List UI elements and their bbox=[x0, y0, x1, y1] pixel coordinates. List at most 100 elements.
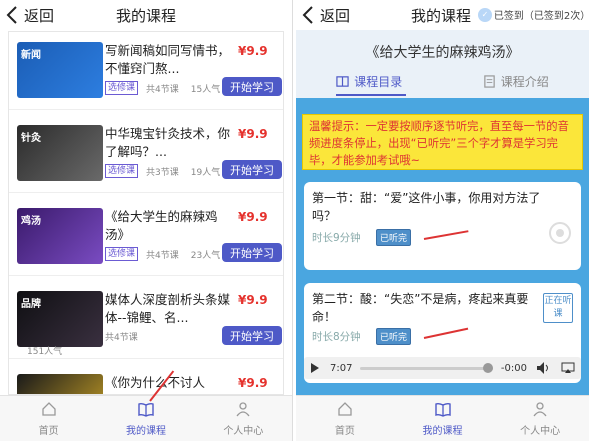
lesson-card[interactable]: 第一节：甜：“爱”这件小事，你用对方法了吗？ 时长9分钟 已听完 bbox=[304, 182, 581, 270]
nav-item-1[interactable]: 我的课程 bbox=[394, 396, 492, 441]
progress-knob[interactable] bbox=[482, 362, 493, 373]
audio-player[interactable]: 7:07 -0:00 bbox=[304, 357, 581, 379]
view-count: 19人气 bbox=[190, 167, 221, 178]
course-item[interactable]: 针灸 中华瑰宝针灸技术，你了解吗？... ¥9.9 选修课 共3节课 19人气 开始学习 bbox=[9, 115, 283, 193]
signin-label: 已签到（已签到2次） bbox=[493, 11, 589, 22]
play-button[interactable] bbox=[549, 222, 571, 244]
course-price: ¥9.9 bbox=[238, 44, 268, 58]
thumbnail-text: 品牌 bbox=[21, 299, 41, 310]
player-current-time: 7:07 bbox=[330, 362, 353, 374]
listening-badge: 正在听课 bbox=[543, 293, 573, 323]
header: 返回 我的课程 ✓ 已签到（已签到2次） bbox=[296, 0, 589, 30]
thumbnail-text: 针灸 bbox=[21, 133, 41, 144]
right-screen: 返回 我的课程 ✓ 已签到（已签到2次） 《给大学生的麻辣鸡汤》 课程目录 课程… bbox=[296, 0, 589, 441]
cast-icon[interactable] bbox=[561, 362, 575, 374]
play-icon[interactable] bbox=[310, 363, 320, 373]
listened-badge: 已听完 bbox=[376, 328, 412, 345]
course-thumbnail[interactable]: 针灸 bbox=[17, 125, 103, 181]
lesson-duration: 时长9分钟 bbox=[312, 232, 361, 244]
section-count: 共3节课 bbox=[146, 167, 179, 178]
course-item[interactable]: 品牌 媒体人深度剖析头条媒体--锦鲤、名... ¥9.9 共4节课 151人气 开始学习 bbox=[9, 281, 283, 359]
start-study-button[interactable]: 开始学习 bbox=[222, 77, 282, 96]
course-title[interactable]: 媒体人深度剖析头条媒体--锦鲤、名... bbox=[105, 291, 231, 327]
course-title[interactable]: 写新闻稿如同写情书，不懂窍门熬... bbox=[105, 42, 231, 78]
nav-item-2[interactable]: 个人中心 bbox=[491, 396, 589, 441]
back-label: 返回 bbox=[320, 6, 351, 25]
course-item[interactable]: 新闻 写新闻稿如同写情书，不懂窍门熬... ¥9.9 选修课 共4节课 15人气 开始学习 bbox=[9, 32, 283, 110]
section-count: 共4节课 bbox=[146, 250, 179, 261]
start-study-button[interactable]: 开始学习 bbox=[222, 326, 282, 345]
view-count: 23人气 bbox=[190, 250, 221, 261]
page-title: 我的课程 bbox=[115, 7, 176, 25]
document-icon bbox=[483, 74, 495, 88]
bottom-nav: 首页 我的课程 个人中心 bbox=[0, 395, 292, 441]
lesson-duration: 时长8分钟 bbox=[312, 331, 361, 343]
nav-item-0[interactable]: 首页 bbox=[296, 396, 394, 441]
nav-item-0[interactable]: 首页 bbox=[0, 396, 97, 441]
tab-catalog-label: 课程目录 bbox=[354, 74, 403, 89]
play-icon bbox=[556, 229, 564, 237]
course-title[interactable]: 《给大学生的麻辣鸡汤》 bbox=[105, 208, 231, 244]
course-thumbnail[interactable]: 品牌 bbox=[17, 291, 103, 347]
page-title: 我的课程 bbox=[411, 7, 472, 25]
course-price: ¥9.9 bbox=[238, 210, 268, 224]
course-thumbnail[interactable]: 新闻 bbox=[17, 42, 103, 98]
course-list: 新闻 写新闻稿如同写情书，不懂窍门熬... ¥9.9 选修课 共4节课 15人气 开始学习针… bbox=[8, 31, 284, 395]
user-icon bbox=[532, 401, 548, 422]
left-screen: 返回 我的课程 新闻 写新闻稿如同写情书，不懂窍门熬... ¥9.9 选修课 共4节课 1… bbox=[0, 0, 292, 441]
signin-status[interactable]: ✓ 已签到（已签到2次） bbox=[478, 7, 589, 22]
nav-label: 个人中心 bbox=[223, 425, 264, 437]
start-study-button[interactable]: 开始学习 bbox=[222, 160, 282, 179]
elective-tag: 选修课 bbox=[105, 247, 139, 261]
thumbnail-text: 鸡汤 bbox=[21, 216, 41, 227]
book-icon bbox=[138, 401, 154, 422]
course-thumbnail[interactable] bbox=[17, 374, 103, 394]
thumbnail-text: 新闻 bbox=[21, 50, 41, 61]
course-item[interactable]: 鸡汤 《给大学生的麻辣鸡汤》 ¥9.9 选修课 共4节课 23人气 开始学习 bbox=[9, 198, 283, 276]
nav-label: 个人中心 bbox=[520, 425, 561, 437]
course-price: ¥9.9 bbox=[238, 293, 268, 307]
progress-bar[interactable] bbox=[360, 362, 493, 373]
course-title: 《给大学生的麻辣鸡汤》 bbox=[365, 45, 520, 61]
course-meta: 选修课 共3节课 19人气 bbox=[105, 164, 232, 178]
elective-tag: 选修课 bbox=[105, 164, 139, 178]
notice-box: 温馨提示：一定要按顺序逐节听完，直至每一节的音频进度条停止，出现“已听完”三个字… bbox=[302, 114, 583, 170]
player-remaining-time: -0:00 bbox=[500, 362, 527, 374]
start-study-button[interactable]: 开始学习 bbox=[222, 243, 282, 262]
home-icon bbox=[41, 401, 57, 422]
volume-icon[interactable] bbox=[537, 362, 551, 374]
course-title[interactable]: 中华瑰宝针灸技术，你了解吗？... bbox=[105, 125, 231, 161]
nav-label: 首页 bbox=[38, 425, 59, 437]
course-tabs: 课程目录 课程介绍 bbox=[296, 68, 589, 94]
course-meta: 选修课 共4节课 23人气 bbox=[105, 247, 232, 261]
book-icon bbox=[434, 401, 451, 422]
lesson-title: 第一节：甜：“爱”这件小事，你用对方法了吗？ bbox=[312, 191, 541, 223]
course-thumbnail[interactable]: 鸡汤 bbox=[17, 208, 103, 264]
tab-intro[interactable]: 课程介绍 bbox=[443, 68, 589, 94]
elective-tag: 选修课 bbox=[105, 81, 139, 95]
lesson-title: 第二节：酸：“失恋”不是病，疼起来真要命！ bbox=[312, 292, 529, 324]
course-price: ¥9.9 bbox=[238, 127, 268, 141]
section-count: 共4节课 bbox=[105, 333, 138, 343]
course-price: ¥9.9 bbox=[238, 376, 268, 390]
nav-label: 首页 bbox=[334, 425, 355, 437]
tab-intro-label: 课程介绍 bbox=[500, 74, 549, 89]
book-open-icon bbox=[336, 75, 349, 87]
nav-label: 我的课程 bbox=[125, 425, 166, 437]
listened-badge: 已听完 bbox=[376, 229, 412, 246]
tab-underline bbox=[336, 94, 406, 96]
chevron-left-icon bbox=[302, 6, 313, 24]
header: 返回 我的课程 bbox=[0, 0, 292, 30]
tab-catalog[interactable]: 课程目录 bbox=[296, 68, 443, 94]
nav-item-2[interactable]: 个人中心 bbox=[195, 396, 292, 441]
course-item[interactable]: 《你为什么不讨人 ¥9.9 bbox=[9, 364, 283, 394]
nav-label: 我的课程 bbox=[422, 425, 463, 437]
home-icon bbox=[337, 401, 353, 422]
view-count: 151人气 bbox=[27, 347, 63, 357]
user-icon bbox=[235, 401, 251, 422]
course-meta: 共4节课 bbox=[105, 330, 150, 343]
signin-icon: ✓ bbox=[478, 7, 492, 22]
back-button[interactable]: 返回 bbox=[302, 4, 350, 26]
nav-item-1[interactable]: 我的课程 bbox=[97, 396, 194, 441]
section-count: 共4节课 bbox=[146, 84, 179, 95]
